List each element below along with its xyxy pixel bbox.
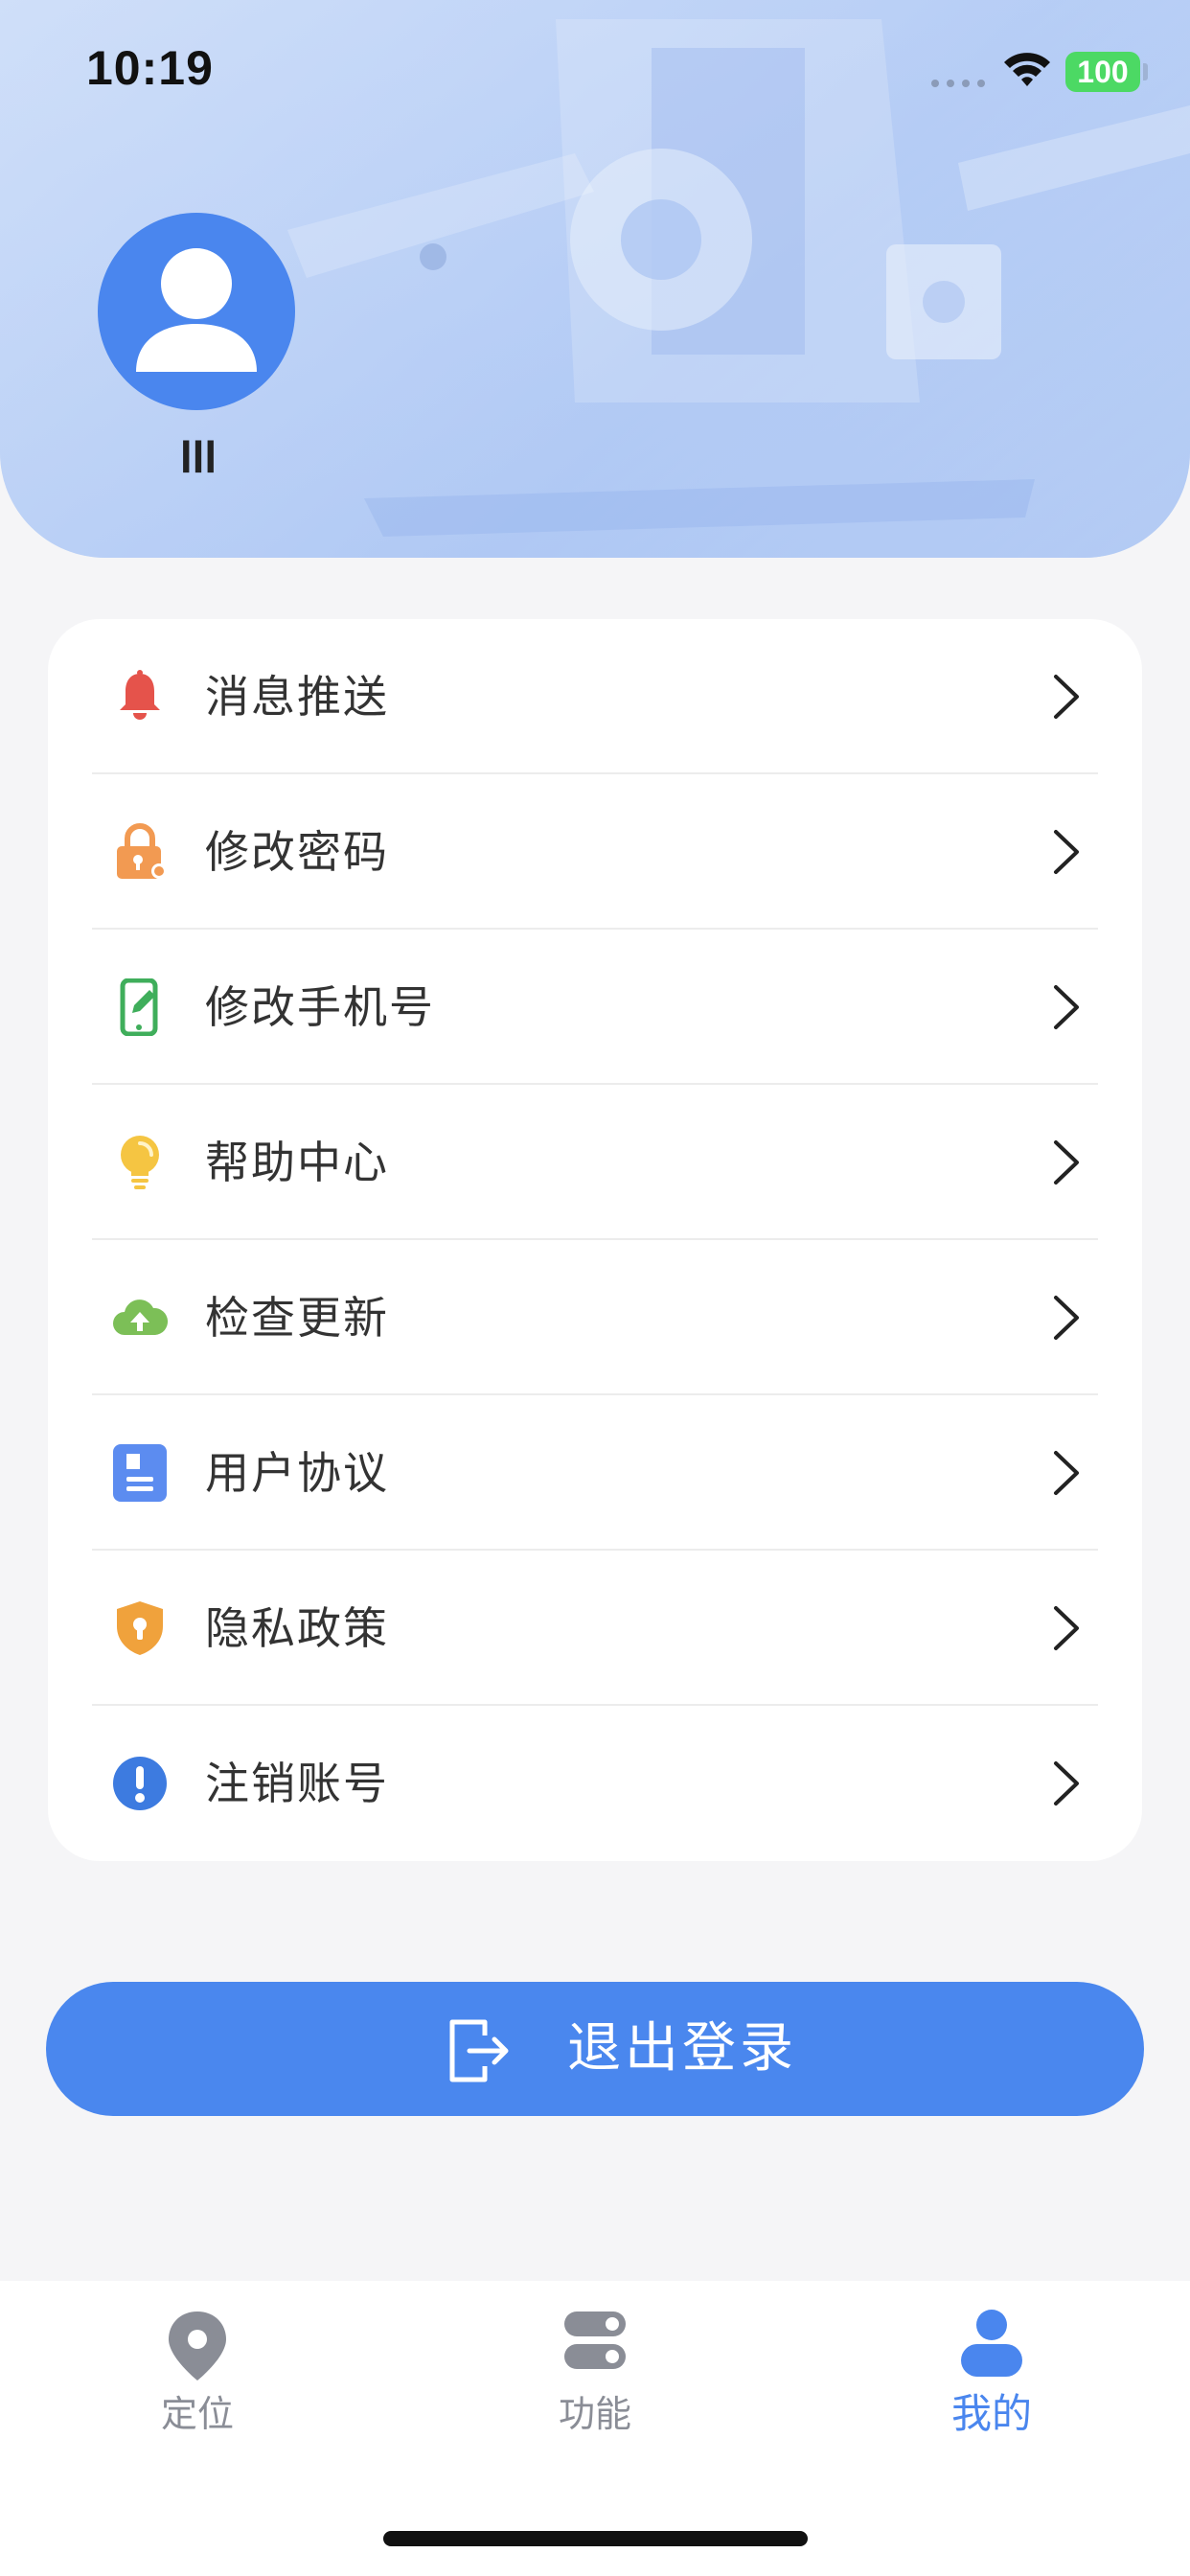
tab-label: 功能 (558, 2393, 631, 2435)
menu-item-label: 隐私政策 (205, 1602, 389, 1654)
shield-icon (117, 1601, 163, 1655)
battery-tip (1143, 63, 1148, 80)
menu-item-help-center[interactable]: 帮助中心 (48, 1085, 1142, 1240)
menu-item-label: 消息推送 (205, 671, 389, 723)
bell-icon (120, 670, 160, 720)
menu-item-change-password[interactable]: 修改密码 (48, 774, 1142, 930)
menu-item-label: 检查更新 (205, 1292, 389, 1344)
chevron-right-icon (1054, 1606, 1079, 1650)
menu-item-label: 修改密码 (205, 826, 389, 878)
chevron-right-icon (1054, 1140, 1079, 1184)
chevron-right-icon (1054, 675, 1079, 719)
menu-item-label: 注销账号 (205, 1758, 389, 1809)
wifi-icon (1004, 53, 1050, 86)
chevron-right-icon (1054, 1296, 1079, 1340)
chevron-right-icon (1054, 1451, 1079, 1495)
cloud-upload-icon (113, 1300, 169, 1335)
location-pin-icon (169, 2312, 226, 2380)
toggles-icon (564, 2312, 626, 2369)
user-avatar[interactable] (98, 213, 295, 410)
home-indicator (383, 2531, 808, 2546)
chevron-right-icon (1054, 830, 1079, 874)
document-icon (113, 1444, 167, 1502)
chevron-right-icon (1054, 985, 1079, 1029)
menu-item-user-agreement[interactable]: 用户协议 (48, 1395, 1142, 1551)
logout-button[interactable]: 退出登录 (46, 1982, 1144, 2116)
tab-functions[interactable]: 功能 (451, 2281, 739, 2472)
battery-indicator: 100 (1065, 52, 1140, 92)
status-time: 10:19 (86, 41, 214, 95)
menu-item-label: 帮助中心 (205, 1137, 389, 1188)
person-icon (961, 2310, 1022, 2377)
menu-item-label: 用户协议 (205, 1447, 389, 1499)
tab-mine[interactable]: 我的 (848, 2281, 1135, 2472)
username: lll (179, 432, 217, 482)
logout-icon (449, 2019, 509, 2082)
settings-menu: 消息推送 修改密码 修改手机号 帮助中心 检查更新 用户协议 隐私政策 注销账号 (48, 619, 1142, 1861)
lock-icon (117, 823, 167, 879)
alert-icon (113, 1757, 167, 1810)
menu-item-delete-account[interactable]: 注销账号 (48, 1706, 1142, 1861)
tab-location[interactable]: 定位 (54, 2281, 341, 2472)
user-avatar-icon (136, 248, 257, 372)
menu-item-label: 修改手机号 (205, 981, 435, 1033)
phone-edit-icon (120, 978, 158, 1036)
menu-item-message-push[interactable]: 消息推送 (48, 619, 1142, 774)
tab-label: 定位 (160, 2393, 234, 2435)
menu-item-privacy-policy[interactable]: 隐私政策 (48, 1551, 1142, 1706)
tab-label: 我的 (950, 2390, 1032, 2437)
cellular-signal-icon (931, 80, 985, 87)
menu-item-change-phone[interactable]: 修改手机号 (48, 930, 1142, 1085)
menu-item-check-update[interactable]: 检查更新 (48, 1240, 1142, 1395)
profile-screen: 10:19 100 lll 消息推送 修改密码 修改手机号 帮助中心 检查更新 … (0, 0, 1190, 2576)
lightbulb-icon (121, 1136, 159, 1189)
logout-label: 退出登录 (567, 2017, 797, 2080)
chevron-right-icon (1054, 1761, 1079, 1806)
